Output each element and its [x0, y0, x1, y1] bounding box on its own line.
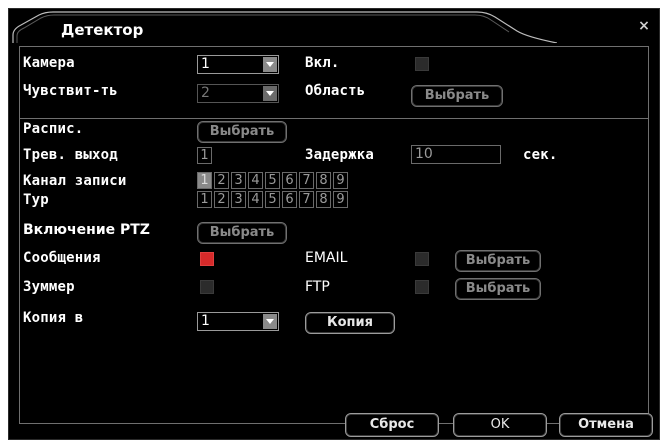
motion-detector-dialog: Детектор × Камера 1 Вкл. Чувствит-ть 2 О…: [8, 8, 660, 440]
copy-button[interactable]: Копия: [305, 312, 395, 334]
record-channel-3[interactable]: 3: [231, 172, 246, 189]
ptz-label: Включение PTZ: [23, 222, 150, 238]
record-channel-selector: 1 2 3 4 5 6 7 8 9: [197, 172, 397, 190]
alarm-out-channel[interactable]: 1: [197, 147, 212, 164]
schedule-select-button[interactable]: Выбрать: [197, 121, 287, 143]
ok-button[interactable]: OK: [453, 413, 547, 437]
buzzer-checkbox[interactable]: [200, 280, 214, 294]
area-label: Область: [305, 83, 366, 99]
ftp-label: FTP: [305, 279, 330, 295]
record-channel-2[interactable]: 2: [214, 172, 229, 189]
close-button[interactable]: ×: [629, 15, 659, 37]
footer-divider: [19, 423, 649, 424]
buzzer-label: Зуммер: [23, 279, 75, 295]
record-channel-label: Канал записи: [23, 173, 127, 189]
record-channel-9[interactable]: 9: [333, 172, 348, 189]
tour-channel-5[interactable]: 5: [265, 191, 280, 208]
copy-to-label: Копия в: [23, 310, 84, 326]
chevron-down-icon: [263, 86, 277, 101]
record-channel-6[interactable]: 6: [282, 172, 297, 189]
delay-unit: сек.: [523, 147, 558, 163]
tour-channel-4[interactable]: 4: [248, 191, 263, 208]
dialog-title: Детектор: [61, 21, 144, 39]
ftp-select-button[interactable]: Выбрать: [455, 278, 541, 300]
chevron-down-icon: [263, 314, 277, 329]
camera-select-value: 1: [201, 56, 210, 72]
chevron-down-icon: [263, 57, 277, 72]
sensitivity-select[interactable]: 2: [197, 84, 279, 103]
tour-channel-6[interactable]: 6: [282, 191, 297, 208]
sensitivity-select-value: 2: [201, 85, 210, 101]
schedule-label: Распис.: [23, 121, 84, 137]
tour-channel-3[interactable]: 3: [231, 191, 246, 208]
ftp-checkbox[interactable]: [415, 280, 429, 294]
record-channel-7[interactable]: 7: [299, 172, 314, 189]
email-label: EMAIL: [305, 250, 348, 266]
delay-input[interactable]: 10: [411, 145, 501, 164]
camera-select[interactable]: 1: [197, 55, 279, 74]
title-bar: Детектор ×: [9, 9, 659, 43]
reset-button[interactable]: Сброс: [345, 413, 439, 437]
camera-label: Камера: [23, 55, 75, 71]
tour-channel-8[interactable]: 8: [316, 191, 331, 208]
email-select-button[interactable]: Выбрать: [455, 250, 541, 272]
record-channel-5[interactable]: 5: [265, 172, 280, 189]
area-select-button[interactable]: Выбрать: [411, 85, 503, 107]
ptz-select-button[interactable]: Выбрать: [197, 222, 287, 244]
tour-channel-2[interactable]: 2: [214, 191, 229, 208]
tour-channel-9[interactable]: 9: [333, 191, 348, 208]
alarm-out-label: Трев. выход: [23, 147, 118, 163]
tour-channel-1[interactable]: 1: [197, 191, 212, 208]
record-channel-4[interactable]: 4: [248, 172, 263, 189]
divider: [19, 118, 649, 119]
record-channel-1[interactable]: 1: [197, 172, 212, 189]
cancel-button[interactable]: Отмена: [559, 413, 653, 437]
record-channel-8[interactable]: 8: [316, 172, 331, 189]
delay-label: Задержка: [305, 147, 375, 163]
sensitivity-label: Чувствит-ть: [23, 83, 118, 99]
copy-to-select-value: 1: [201, 313, 210, 329]
tour-channel-7[interactable]: 7: [299, 191, 314, 208]
email-checkbox[interactable]: [415, 252, 429, 266]
enable-checkbox[interactable]: [415, 57, 429, 71]
copy-to-select[interactable]: 1: [197, 312, 279, 331]
messages-label: Сообщения: [23, 250, 101, 266]
messages-checkbox[interactable]: [200, 252, 214, 266]
tour-label: Тур: [23, 192, 49, 208]
enable-label: Вкл.: [305, 55, 340, 71]
tour-channel-selector: 1 2 3 4 5 6 7 8 9: [197, 191, 397, 209]
